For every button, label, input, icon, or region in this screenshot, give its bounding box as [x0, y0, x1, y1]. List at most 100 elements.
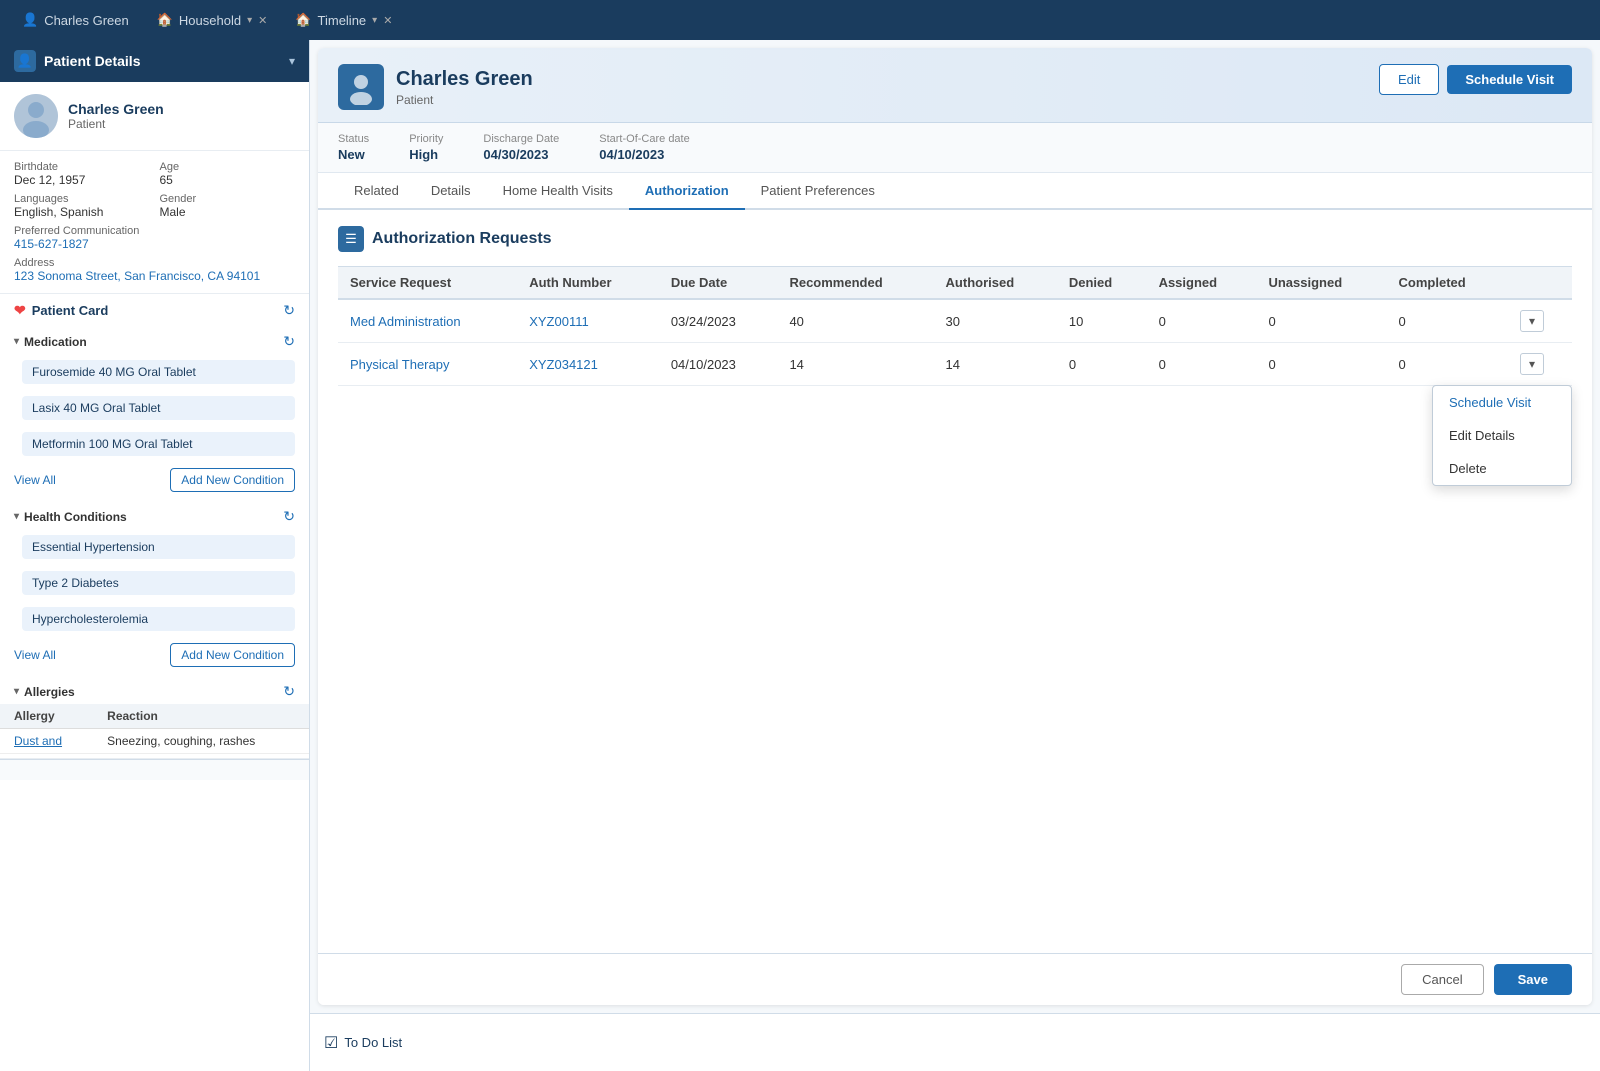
row-dropdown-button[interactable]: ▾ — [1520, 310, 1544, 332]
main-layout: 👤 Patient Details ▾ Charles Green Patien… — [0, 40, 1600, 1071]
status-row: Status New Priority High Discharge Date … — [318, 123, 1592, 173]
add-health-condition-button[interactable]: Add New Condition — [170, 643, 295, 667]
nav-tab-label: Timeline — [318, 13, 367, 28]
allergy-link[interactable]: Dust and — [14, 734, 62, 748]
address-label: Address — [14, 257, 295, 269]
schedule-visit-button[interactable]: Schedule Visit — [1447, 65, 1572, 94]
assigned-cell: 0 — [1147, 343, 1257, 386]
allergies-table: Allergy Reaction Dust and Sneezing, coug… — [0, 704, 309, 754]
birthdate-value: Dec 12, 1957 — [14, 173, 150, 187]
tab-home-health-visits[interactable]: Home Health Visits — [487, 173, 629, 210]
allergies-title: Allergies — [24, 685, 75, 699]
nav-tab-timeline[interactable]: 🏠 Timeline ▾ ✕ — [283, 6, 404, 34]
health-condition-item-1: Type 2 Diabetes — [0, 565, 309, 601]
subsection-title: ▾ Allergies — [14, 685, 75, 699]
save-button[interactable]: Save — [1494, 964, 1572, 995]
patient-card-title: Patient Card — [32, 303, 109, 318]
todo-section[interactable]: ☑ To Do List — [324, 1033, 402, 1053]
todo-icon: ☑ — [324, 1033, 338, 1053]
status-item: Status New — [338, 133, 369, 162]
auth-title-row: ☰ Authorization Requests — [338, 226, 1572, 252]
health-conditions-view-add-row: View All Add New Condition — [0, 637, 309, 677]
languages-section: Languages English, Spanish — [14, 193, 150, 219]
auth-number-link[interactable]: XYZ034121 — [529, 357, 598, 372]
health-condition-pill: Hypercholesterolemia — [22, 607, 295, 631]
allergy-row: Dust and Sneezing, coughing, rashes — [0, 729, 309, 754]
col-recommended: Recommended — [777, 267, 933, 300]
content-patient-info: Charles Green Patient — [396, 68, 533, 107]
sidebar: 👤 Patient Details ▾ Charles Green Patien… — [0, 40, 310, 1071]
view-all-conditions-link[interactable]: View All — [14, 648, 56, 662]
medication-section: ▾ Medication ↻ Furosemide 40 MG Oral Tab… — [0, 327, 309, 502]
priority-value: High — [409, 147, 443, 162]
health-condition-item-2: Hypercholesterolemia — [0, 601, 309, 637]
discharge-label: Discharge Date — [483, 133, 559, 145]
nav-tab-household[interactable]: 🏠 Household ▾ ✕ — [145, 6, 280, 34]
refresh-icon[interactable]: ↻ — [283, 508, 295, 525]
chevron-down-icon: ▾ — [372, 15, 377, 26]
tab-related[interactable]: Related — [338, 173, 415, 210]
health-conditions-header: ▾ Health Conditions ↻ — [0, 502, 309, 529]
view-all-medication-link[interactable]: View All — [14, 473, 56, 487]
col-assigned: Assigned — [1147, 267, 1257, 300]
comm-label: Preferred Communication — [14, 225, 295, 237]
cancel-button[interactable]: Cancel — [1401, 964, 1483, 995]
chevron-down-icon: ▾ — [14, 686, 19, 697]
top-nav: 👤 Charles Green 🏠 Household ▾ ✕ 🏠 Timeli… — [0, 0, 1600, 40]
subsection-title: ▾ Health Conditions — [14, 510, 127, 524]
col-completed: Completed — [1387, 267, 1508, 300]
auth-number-link[interactable]: XYZ00111 — [529, 314, 589, 329]
timeline-tab-icon: 🏠 — [295, 12, 311, 28]
edit-button[interactable]: Edit — [1379, 64, 1439, 95]
authorised-cell: 14 — [934, 343, 1057, 386]
address-link[interactable]: 123 Sonoma Street, San Francisco, CA 941… — [14, 269, 260, 283]
tab-details[interactable]: Details — [415, 173, 487, 210]
service-request-link[interactable]: Med Administration — [350, 314, 461, 329]
tab-patient-preferences[interactable]: Patient Preferences — [745, 173, 891, 210]
recommended-cell: 40 — [777, 299, 933, 343]
refresh-icon[interactable]: ↻ — [283, 302, 295, 319]
chevron-down-icon: ▾ — [14, 511, 19, 522]
dropdown-item-delete[interactable]: Delete — [1433, 452, 1571, 485]
col-auth-number: Auth Number — [517, 267, 659, 300]
languages-value: English, Spanish — [14, 205, 150, 219]
row-dropdown-button[interactable]: ▾ — [1520, 353, 1544, 375]
close-icon[interactable]: ✕ — [258, 14, 267, 27]
dropdown-item-schedule-visit[interactable]: Schedule Visit — [1433, 386, 1571, 419]
content-patient-header: Charles Green Patient Edit Schedule Visi… — [318, 48, 1592, 123]
status-value: New — [338, 147, 369, 162]
completed-cell: 0 — [1387, 299, 1508, 343]
subsection-title: ▾ Medication — [14, 335, 87, 349]
add-medication-button[interactable]: Add New Condition — [170, 468, 295, 492]
startcare-value: 04/10/2023 — [599, 147, 689, 162]
nav-tab-label: Charles Green — [44, 13, 129, 28]
dropdown-item-edit-details[interactable]: Edit Details — [1433, 419, 1571, 452]
refresh-icon[interactable]: ↻ — [283, 683, 295, 700]
refresh-icon[interactable]: ↻ — [283, 333, 295, 350]
heart-icon: ❤ — [14, 302, 26, 319]
languages-label: Languages — [14, 193, 150, 205]
tab-authorization[interactable]: Authorization — [629, 173, 745, 210]
nav-tab-charles-green[interactable]: 👤 Charles Green — [10, 6, 141, 34]
discharge-value: 04/30/2023 — [483, 147, 559, 162]
phone-link[interactable]: 415-627-1827 — [14, 237, 89, 251]
close-icon[interactable]: ✕ — [383, 14, 392, 27]
age-section: Age 65 — [160, 161, 296, 187]
medication-title: Medication — [24, 335, 87, 349]
discharge-item: Discharge Date 04/30/2023 — [483, 133, 559, 162]
priority-label: Priority — [409, 133, 443, 145]
chevron-down-icon[interactable]: ▾ — [289, 54, 295, 68]
col-actions — [1508, 267, 1572, 300]
patient-name: Charles Green — [68, 101, 164, 117]
content-tabs: Related Details Home Health Visits Autho… — [318, 173, 1592, 210]
allergy-name[interactable]: Dust and — [0, 729, 93, 754]
content-patient-left: Charles Green Patient — [338, 64, 533, 110]
service-request-cell: Physical Therapy — [338, 343, 517, 386]
patient-card-header[interactable]: ❤ Patient Card ↻ — [0, 294, 309, 327]
auth-list-icon: ☰ — [338, 226, 364, 252]
table-row: Med Administration XYZ00111 03/24/2023 4… — [338, 299, 1572, 343]
assigned-cell: 0 — [1147, 299, 1257, 343]
service-request-link[interactable]: Physical Therapy — [350, 357, 449, 372]
health-condition-pill: Type 2 Diabetes — [22, 571, 295, 595]
age-label: Age — [160, 161, 296, 173]
